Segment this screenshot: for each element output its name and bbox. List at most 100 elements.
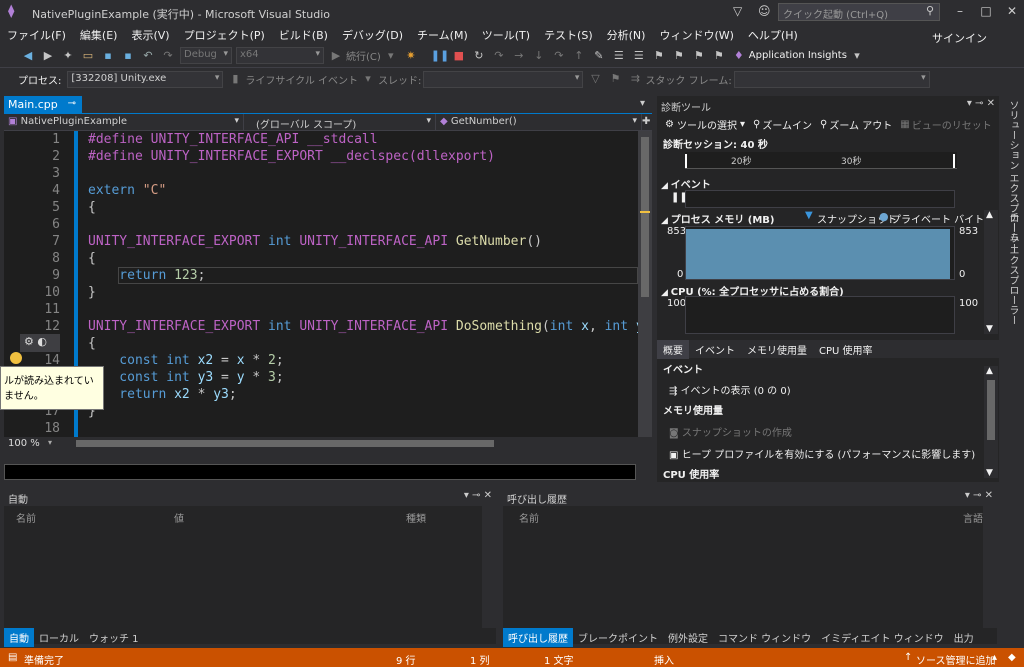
bookmark-clear-icon[interactable]: ⚑ — [711, 48, 727, 64]
tab-command-window[interactable]: コマンド ウィンドウ — [713, 628, 816, 647]
restart-icon[interactable]: ↻ — [471, 48, 487, 64]
take-snapshot-button[interactable]: ◙ スナップショットの作成 — [669, 424, 792, 439]
stop-icon[interactable]: ■ — [451, 48, 467, 64]
events-section-header[interactable]: ◢ イベント — [661, 176, 711, 191]
autos-col-name[interactable]: 名前 — [16, 510, 36, 525]
code-line[interactable]: 5{ — [4, 199, 638, 216]
session-timeline[interactable]: 20秒 30秒 — [685, 152, 957, 169]
app-insights-icon[interactable]: ♦ — [731, 48, 747, 64]
tab-cpu[interactable]: CPU 使用率 — [813, 340, 879, 359]
pin-icon[interactable]: ⊸ — [68, 98, 76, 109]
menu-test[interactable]: テスト(S) — [537, 24, 600, 46]
code-line[interactable]: 8{ — [4, 250, 638, 267]
uncomment-icon[interactable]: ☰ — [631, 48, 647, 64]
split-icon[interactable]: ✚ — [642, 116, 650, 127]
back-icon[interactable]: ◀ — [20, 48, 36, 64]
tab-breakpoints[interactable]: ブレークポイント — [573, 628, 663, 647]
zoom-out-button[interactable]: ズーム アウト — [829, 117, 892, 132]
forward-icon[interactable]: ▶ — [40, 48, 56, 64]
autos-scrollbar[interactable] — [482, 506, 496, 628]
hex-icon[interactable]: ✎ — [591, 48, 607, 64]
scroll-up-icon[interactable]: ▲ — [986, 210, 993, 220]
menu-help[interactable]: ヘルプ(H) — [741, 24, 805, 46]
step-over2-icon[interactable]: ↷ — [551, 48, 567, 64]
lifecycle-events-button[interactable]: ライフサイクル イベント — [245, 72, 358, 87]
hscroll-thumb[interactable] — [76, 440, 494, 447]
continue-button[interactable]: 続行(C) — [346, 48, 381, 63]
menu-tools[interactable]: ツール(T) — [475, 24, 537, 46]
process-select[interactable]: [332208] Unity.exe ▾ — [67, 70, 224, 88]
minimize-icon[interactable]: – — [952, 4, 968, 18]
tab-immediate-window[interactable]: イミディエイト ウィンドウ — [816, 628, 948, 647]
menu-window[interactable]: ウィンドウ(W) — [652, 24, 740, 46]
diag-scrollbar[interactable]: ▲ ▼ — [984, 210, 998, 334]
zoom-in-icon[interactable]: ⚲ — [753, 119, 760, 130]
autos-col-value[interactable]: 値 — [174, 510, 184, 525]
events-track[interactable] — [685, 190, 955, 208]
menu-view[interactable]: 表示(V) — [124, 24, 176, 46]
menu-analyze[interactable]: 分析(N) — [600, 24, 653, 46]
flag-thread-icon[interactable]: ⚑ — [607, 71, 623, 87]
toggle-icon[interactable]: ◐ — [37, 335, 47, 348]
scroll-down-icon[interactable]: ▼ — [986, 324, 993, 334]
save-all-icon[interactable]: ▪ — [120, 48, 136, 64]
menu-file[interactable]: ファイル(F) — [0, 24, 73, 46]
stack-frame-select[interactable]: ▾ — [733, 70, 930, 88]
lightbulb-icon[interactable] — [10, 352, 22, 364]
select-tools-button[interactable]: ツールの選択 — [677, 117, 737, 132]
summary-scroll-down-icon[interactable]: ▼ — [986, 468, 993, 478]
quick-launch-input[interactable]: クイック起動 (Ctrl+Q) — [778, 3, 940, 21]
tab-summary[interactable]: 概要 — [657, 340, 689, 359]
tab-watch1[interactable]: ウォッチ 1 — [84, 628, 144, 647]
app-insights-dropdown-icon[interactable]: ▾ — [849, 48, 865, 64]
code-line[interactable]: 9 return 123; — [4, 267, 638, 284]
fire-icon[interactable]: ✷ — [403, 48, 419, 64]
code-line[interactable]: 2 #define UNITY_INTERFACE_EXPORT __declsp… — [4, 148, 638, 165]
status-insert-mode[interactable]: 挿入 — [654, 652, 674, 667]
redo-icon[interactable]: ↷ — [160, 48, 176, 64]
save-icon[interactable]: ▪ — [100, 48, 116, 64]
show-next-icon[interactable]: → — [511, 48, 527, 64]
filter-thread-icon[interactable]: ▽ — [587, 71, 603, 87]
tab-output[interactable]: 出力 — [949, 628, 979, 647]
gear-icon[interactable]: ⚙ — [24, 335, 34, 348]
team-explorer-tab[interactable]: チーム エクスプローラー — [1005, 212, 1020, 325]
memory-section-header[interactable]: ◢ プロセス メモリ (MB) — [661, 211, 774, 226]
bookmark-icon[interactable]: ⚑ — [651, 48, 667, 64]
code-line[interactable]: 6 — [4, 216, 638, 233]
comment-icon[interactable]: ☰ — [611, 48, 627, 64]
heap-profiling-toggle[interactable]: ▣ ヒープ プロファイルを有効にする (パフォーマンスに影響します) — [669, 446, 975, 461]
callstack-col-name[interactable]: 名前 — [519, 510, 539, 525]
tab-memory[interactable]: メモリ使用量 — [741, 340, 813, 359]
continue-icon[interactable]: ▶ — [328, 48, 344, 64]
autos-panel-controls[interactable]: ▾ ⊸ ✕ — [464, 490, 492, 501]
menu-project[interactable]: プロジェクト(P) — [177, 24, 272, 46]
bookmark-next-icon[interactable]: ⚑ — [691, 48, 707, 64]
notifications-icon[interactable]: ◆ — [1008, 652, 1016, 663]
filter-icon[interactable]: ▽ — [733, 4, 742, 18]
reset-view-button[interactable]: ビューのリセット — [912, 117, 992, 132]
member-select[interactable]: ◆ GetNumber() ▾ — [436, 114, 642, 131]
tab-autos[interactable]: 自動 — [4, 628, 34, 647]
code-line[interactable]: 13{ — [4, 335, 638, 352]
app-insights-button[interactable]: Application Insights — [749, 50, 847, 61]
bookmark-prev-icon[interactable]: ⚑ — [671, 48, 687, 64]
tab-events[interactable]: イベント — [689, 340, 741, 359]
step-over-icon[interactable]: ↷ — [491, 48, 507, 64]
stack-frame-icon[interactable]: ⇉ — [627, 71, 643, 87]
step-out-icon[interactable]: ↑ — [571, 48, 587, 64]
global-scope-select[interactable]: (グローバル スコープ) ▾ — [244, 114, 436, 131]
lifecycle-icon[interactable]: ▮ — [227, 71, 243, 87]
tab-list-icon[interactable]: ▾ — [640, 98, 645, 109]
code-line[interactable]: 12 UNITY_INTERFACE_EXPORT int UNITY_INTER… — [4, 318, 638, 335]
zoom-dropdown-icon[interactable]: ▾ — [48, 438, 52, 447]
open-icon[interactable]: ▭ — [80, 48, 96, 64]
platform-select[interactable]: x64 ▾ — [236, 47, 324, 64]
close-icon[interactable]: ✕ — [1004, 4, 1020, 18]
tab-exception-settings[interactable]: 例外設定 — [663, 628, 713, 647]
editor-vertical-scrollbar[interactable] — [638, 131, 652, 437]
menu-build[interactable]: ビルド(B) — [272, 24, 335, 46]
code-line[interactable]: 10} — [4, 284, 638, 301]
thread-select[interactable]: ▾ — [423, 70, 584, 88]
maximize-icon[interactable]: □ — [978, 4, 994, 18]
